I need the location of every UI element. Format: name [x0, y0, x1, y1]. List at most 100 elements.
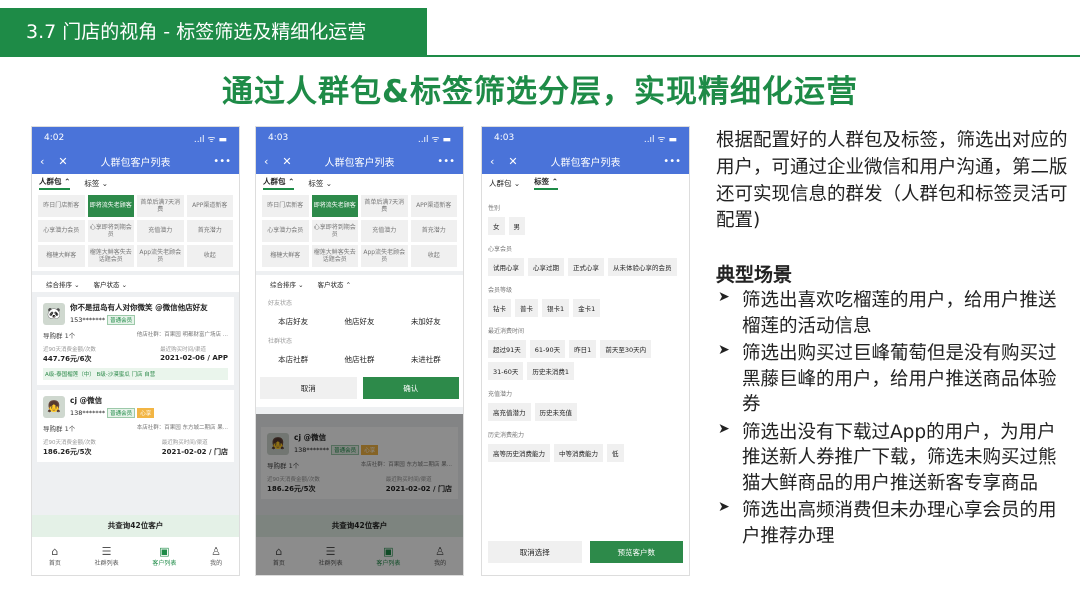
crowd-package-grid: 昨日门店新客 即将流失老顾客 首单后满7天消费 APP渠道新客心享潜力会员 心享即将到期…: [256, 192, 463, 271]
customer-card[interactable]: 🐼 你不是扭岛有人对你微笑 @微信他店好友 153******* 普通会员 导购群 1个…: [37, 297, 234, 385]
crowd-package-chip[interactable]: App流失老顾会员: [361, 245, 408, 267]
crowd-package-chip[interactable]: 收起: [186, 245, 233, 267]
tab-tags[interactable]: 标签 ⌄: [308, 178, 332, 189]
tag-chip[interactable]: 银卡1: [542, 299, 570, 317]
avatar: 🐼: [43, 302, 65, 325]
tab-bar-item[interactable]: ☰ 社群列表: [95, 545, 119, 567]
tag-chip[interactable]: 昨日1: [569, 340, 597, 358]
sort-dropdown[interactable]: 综合排序 ⌄: [270, 279, 304, 289]
more-icon[interactable]: •••: [437, 156, 455, 167]
community-state-option[interactable]: 他店社群: [344, 354, 374, 365]
tag-chip[interactable]: 从未体验心享的会员: [608, 258, 677, 276]
customer-name: cj @微信: [70, 396, 103, 405]
tag-chip[interactable]: 超过91天: [488, 340, 526, 358]
tag-chip[interactable]: 31-60天: [488, 362, 524, 380]
tab-crowd-package[interactable]: 人群包 ⌃: [263, 176, 295, 190]
preview-count-button[interactable]: 预览客户数: [589, 541, 683, 563]
tag-chip[interactable]: 普卡: [515, 299, 538, 317]
tab-crowd-package[interactable]: 人群包 ⌃: [39, 176, 71, 190]
crowd-package-chip[interactable]: 首单后满7天消费: [137, 195, 184, 217]
scenario-subtitle: 典型场景: [716, 264, 793, 286]
tag-chip[interactable]: 钻卡: [488, 299, 511, 317]
tag-chip[interactable]: 中等消费能力: [554, 444, 603, 462]
crowd-package-chip[interactable]: APP渠道新客: [186, 195, 233, 217]
more-icon[interactable]: •••: [213, 156, 231, 167]
tag-chip[interactable]: 历史未充值: [534, 403, 577, 421]
close-icon[interactable]: ✕: [58, 155, 67, 168]
status-bar: 4:03 ..ıl ᯤ ▬: [482, 127, 689, 149]
crowd-package-chip[interactable]: 首单后满7天消费: [361, 195, 408, 217]
crowd-package-chip[interactable]: 充值潜力: [361, 220, 408, 242]
crowd-package-chip[interactable]: 即将流失老顾客: [87, 195, 134, 217]
guide-group[interactable]: 导购群 1个: [43, 423, 75, 433]
close-icon[interactable]: ✕: [508, 155, 517, 168]
overlay[interactable]: [256, 414, 463, 575]
clear-selection-button[interactable]: 取消选择: [488, 541, 582, 563]
crowd-package-chip[interactable]: 昨日门店新客: [262, 195, 309, 217]
crowd-package-chip[interactable]: 榴莲大鲜客失去话题会员: [311, 245, 358, 267]
crowd-package-chip[interactable]: 昨日门店新客: [38, 195, 85, 217]
crowd-package-chip[interactable]: 心享潜力会员: [38, 220, 85, 242]
tag-chip[interactable]: 女: [488, 217, 505, 235]
stat-label: 近90天消费金额/次数: [43, 440, 96, 446]
crowd-package-chip[interactable]: 榴莲大鲜客失去话题会员: [87, 245, 134, 267]
crowd-package-chip[interactable]: 心享即将到期会员: [311, 220, 358, 242]
status-bar: 4:02 ..ıl ᯤ ▬: [32, 127, 239, 149]
tab-bar-item[interactable]: ▣ 客户列表: [152, 545, 176, 567]
customer-state-dropdown[interactable]: 客户状态 ⌃: [318, 279, 352, 289]
tab-label: 首页: [48, 560, 61, 567]
cancel-button[interactable]: 取消: [260, 377, 357, 399]
section-label: 好友状态: [268, 300, 293, 307]
stat-value: 186.26元/5次: [43, 448, 92, 456]
member-badge: 普通会员: [107, 315, 136, 325]
tag-section-title: 性别: [488, 205, 501, 212]
tag-chip[interactable]: 试用心享: [488, 258, 524, 276]
tag-chip[interactable]: 61-90天: [529, 340, 566, 358]
community-state-option[interactable]: 本店社群: [278, 354, 308, 365]
friend-state-option[interactable]: 本店好友: [278, 316, 308, 327]
phone-screenshot-1: 4:02 ..ıl ᯤ ▬ ‹ ✕ 人群包客户列表 ••• 人群包 ⌃ 标签 ⌄ 昨日门店新客即…: [31, 126, 240, 576]
tab-crowd-package[interactable]: 人群包 ⌄: [489, 178, 520, 189]
crowd-package-chip[interactable]: 收起: [410, 245, 457, 267]
tag-chip[interactable]: 男: [508, 217, 525, 235]
tab-bar-item[interactable]: ⌂ 首页: [49, 545, 61, 567]
nav-bar: ‹ ✕ 人群包客户列表 •••: [32, 149, 239, 174]
tag-chip[interactable]: 心享过期: [528, 258, 564, 276]
tag-chip[interactable]: 金卡1: [573, 299, 601, 317]
tab-bar-item[interactable]: ♙ 我的: [210, 545, 222, 567]
guide-group[interactable]: 导购群 1个: [43, 330, 75, 340]
friend-state-option[interactable]: 他店好友: [344, 316, 374, 327]
tag-chip[interactable]: 低: [607, 444, 624, 462]
tag-chip[interactable]: 历史未消费1: [527, 362, 575, 380]
tag-chip[interactable]: 高等历史消费能力: [488, 444, 550, 462]
tag-chip[interactable]: 高充值潜力: [488, 403, 531, 421]
customer-state-dropdown[interactable]: 客户状态 ⌄: [94, 279, 128, 289]
crowd-package-chip[interactable]: APP渠道新客: [410, 195, 457, 217]
tab-icon: ☰: [101, 545, 112, 558]
community-state-option[interactable]: 未进社群: [411, 354, 441, 365]
tag-chip[interactable]: 前天至30天内: [600, 340, 652, 358]
tab-tags[interactable]: 标签 ⌄: [84, 178, 108, 189]
crowd-package-chip[interactable]: 充值潜力: [137, 220, 184, 242]
signal-icon: ..ıl ᯤ ▬: [417, 134, 451, 145]
back-icon[interactable]: ‹: [264, 155, 268, 168]
crowd-package-chip[interactable]: App流失老顾会员: [137, 245, 184, 267]
tag-chip[interactable]: 正式心享: [568, 258, 604, 276]
more-icon[interactable]: •••: [663, 156, 681, 167]
crowd-package-chip[interactable]: 首充潜力: [186, 220, 233, 242]
stat-label: 近90天消费金额/次数: [43, 347, 96, 353]
crowd-package-chip[interactable]: 首充潜力: [410, 220, 457, 242]
crowd-package-chip[interactable]: 心享即将到期会员: [87, 220, 134, 242]
friend-state-option[interactable]: 未加好友: [411, 316, 441, 327]
crowd-package-chip[interactable]: 榴槤大鲜客: [38, 245, 85, 267]
customer-card[interactable]: 👧 cj @微信 138******* 普通会员 心享 导购群 1个 本店社群：百果园 东方…: [37, 390, 234, 462]
crowd-package-chip[interactable]: 即将流失老顾客: [311, 195, 358, 217]
sort-dropdown[interactable]: 综合排序 ⌄: [46, 279, 80, 289]
back-icon[interactable]: ‹: [490, 155, 494, 168]
crowd-package-chip[interactable]: 心享潜力会员: [262, 220, 309, 242]
close-icon[interactable]: ✕: [282, 155, 291, 168]
back-icon[interactable]: ‹: [40, 155, 44, 168]
crowd-package-chip[interactable]: 榴槤大鲜客: [262, 245, 309, 267]
tab-tags[interactable]: 标签 ⌃: [534, 176, 559, 190]
confirm-button[interactable]: 确认: [362, 377, 459, 399]
